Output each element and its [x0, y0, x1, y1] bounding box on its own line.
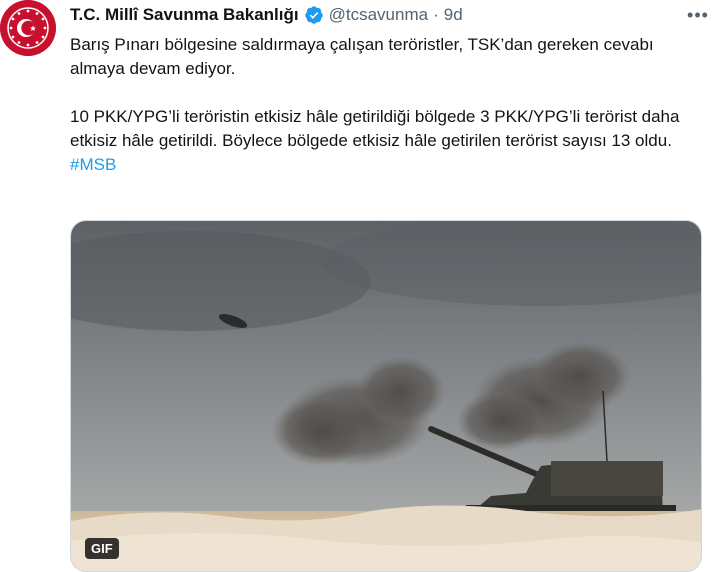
user-handle[interactable]: @tcsavunma	[329, 5, 428, 25]
tweet-text: Barış Pınarı bölgesine saldırmaya çalışa…	[70, 33, 710, 177]
separator-dot: ·	[433, 5, 439, 24]
verified-badge-icon	[304, 5, 324, 25]
timestamp[interactable]: 9d	[444, 5, 463, 25]
more-horizontal-icon[interactable]: •••	[684, 5, 712, 25]
hashtag-link[interactable]: #MSB	[70, 155, 116, 174]
gif-badge: GIF	[85, 538, 119, 559]
tweet-media-gif[interactable]: GIF	[70, 220, 702, 572]
avatar[interactable]	[0, 0, 56, 56]
tweet-paragraph-2: 10 PKK/YPG’li teröristin etkisiz hâle ge…	[70, 107, 680, 150]
artillery-firing-image	[71, 221, 701, 571]
ministry-seal-icon	[0, 0, 56, 56]
tweet-paragraph-1: Barış Pınarı bölgesine saldırmaya çalışa…	[70, 35, 654, 78]
display-name[interactable]: T.C. Millî Savunma Bakanlığı	[70, 5, 299, 25]
tweet-header: T.C. Millî Savunma Bakanlığı @tcsavunma …	[70, 3, 722, 27]
